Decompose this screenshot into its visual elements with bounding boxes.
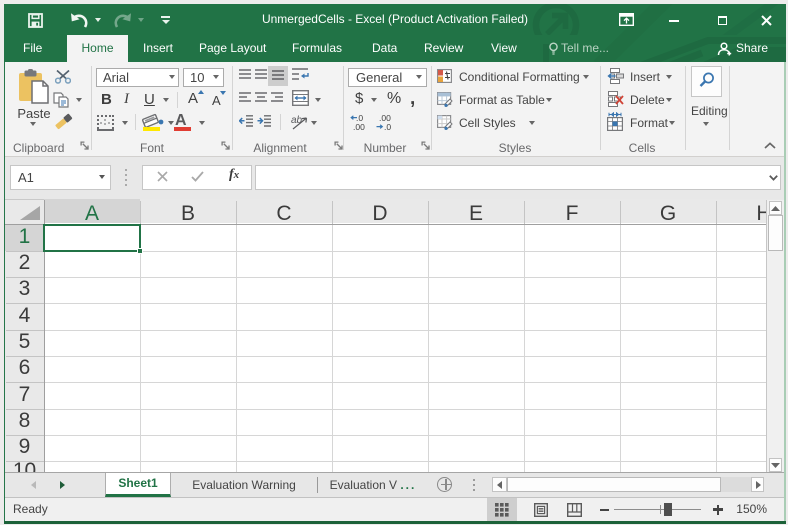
svg-text:.0: .0 [384,122,391,131]
svg-text:ab: ab [291,115,303,126]
svg-text:.00: .00 [353,122,365,131]
